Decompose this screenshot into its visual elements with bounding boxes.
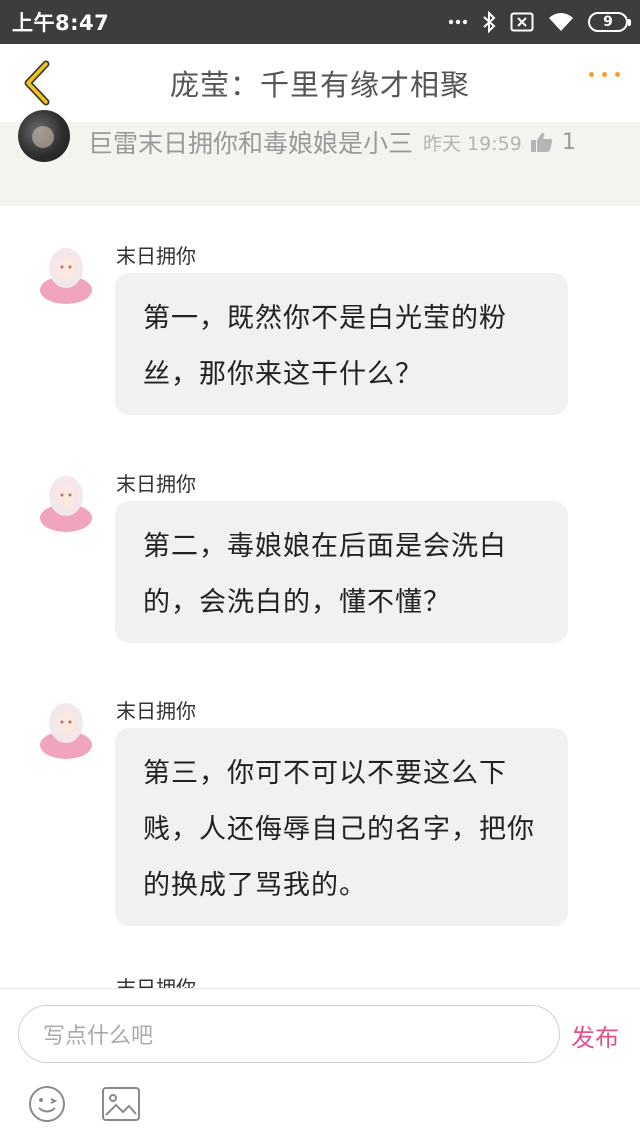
message-username: 末日拥你: [116, 244, 196, 268]
avatar[interactable]: [38, 242, 94, 306]
emoji-button[interactable]: [26, 1083, 68, 1125]
avatar[interactable]: [38, 697, 94, 761]
sim-x-icon: [510, 12, 534, 32]
top-nav-bar: 庞莹：千里有缘才相聚: [0, 44, 640, 122]
message-bubble[interactable]: 第一，既然你不是白光莹的粉丝，那你来这干什么？: [115, 273, 568, 415]
chevron-left-icon: [24, 60, 50, 106]
status-time: 上午8:47: [12, 11, 110, 35]
comment-input-placeholder: 写点什么吧: [43, 1024, 154, 1049]
emoji-icon: [29, 1086, 65, 1122]
battery-icon: 9: [588, 12, 631, 32]
more-button[interactable]: [589, 72, 620, 77]
publish-button[interactable]: 发布: [571, 1018, 619, 1053]
status-icons: 9: [448, 11, 631, 33]
message-username: 末日拥你: [116, 976, 196, 988]
image-button[interactable]: [100, 1083, 142, 1125]
message-username: 末日拥你: [116, 699, 196, 723]
quoted-comment-row: 巨雷末日拥你和毒娘娘是小三 昨天 19:59 1: [18, 110, 628, 162]
like-button[interactable]: 1: [530, 130, 576, 155]
comment-input[interactable]: 写点什么吧: [18, 1005, 560, 1063]
compose-bar: 写点什么吧 发布: [0, 988, 640, 1138]
quoted-comment-text: 巨雷末日拥你和毒娘娘是小三: [88, 129, 414, 158]
signal-dots-icon: [448, 19, 468, 25]
page-title: 庞莹：千里有缘才相聚: [169, 68, 470, 102]
battery-level: 9: [603, 14, 613, 30]
avatar[interactable]: [38, 470, 94, 534]
message-bubble[interactable]: 第三，你可不可以不要这么下贱，人还侮辱自己的名字，把你的换成了骂我的。: [115, 728, 568, 926]
like-count: 1: [561, 129, 576, 155]
message-bubble[interactable]: 第二，毒娘娘在后面是会洗白的，会洗白的，懂不懂？: [115, 501, 568, 643]
wifi-icon: [548, 12, 574, 32]
back-button[interactable]: [14, 58, 58, 108]
bluetooth-icon: [482, 11, 496, 33]
chat-list[interactable]: 末日拥你 第一，既然你不是白光莹的粉丝，那你来这干什么？ 末日拥你 第二，毒娘娘…: [0, 206, 640, 988]
quoted-comment-time: 昨天 19:59: [423, 132, 522, 155]
thumbs-up-icon: [530, 132, 553, 152]
avatar[interactable]: [18, 110, 70, 162]
image-icon: [102, 1087, 140, 1121]
app-screen: 上午8:47 9 庞莹：千里有缘才相聚 巨雷末日拥你和毒娘娘是小三 昨天 19:…: [0, 0, 640, 1138]
quoted-comment[interactable]: 巨雷末日拥你和毒娘娘是小三 昨天 19:59 1: [0, 110, 640, 206]
status-bar: 上午8:47 9: [0, 0, 640, 44]
message-username: 末日拥你: [116, 472, 196, 496]
more-dots-icon: [589, 72, 594, 77]
